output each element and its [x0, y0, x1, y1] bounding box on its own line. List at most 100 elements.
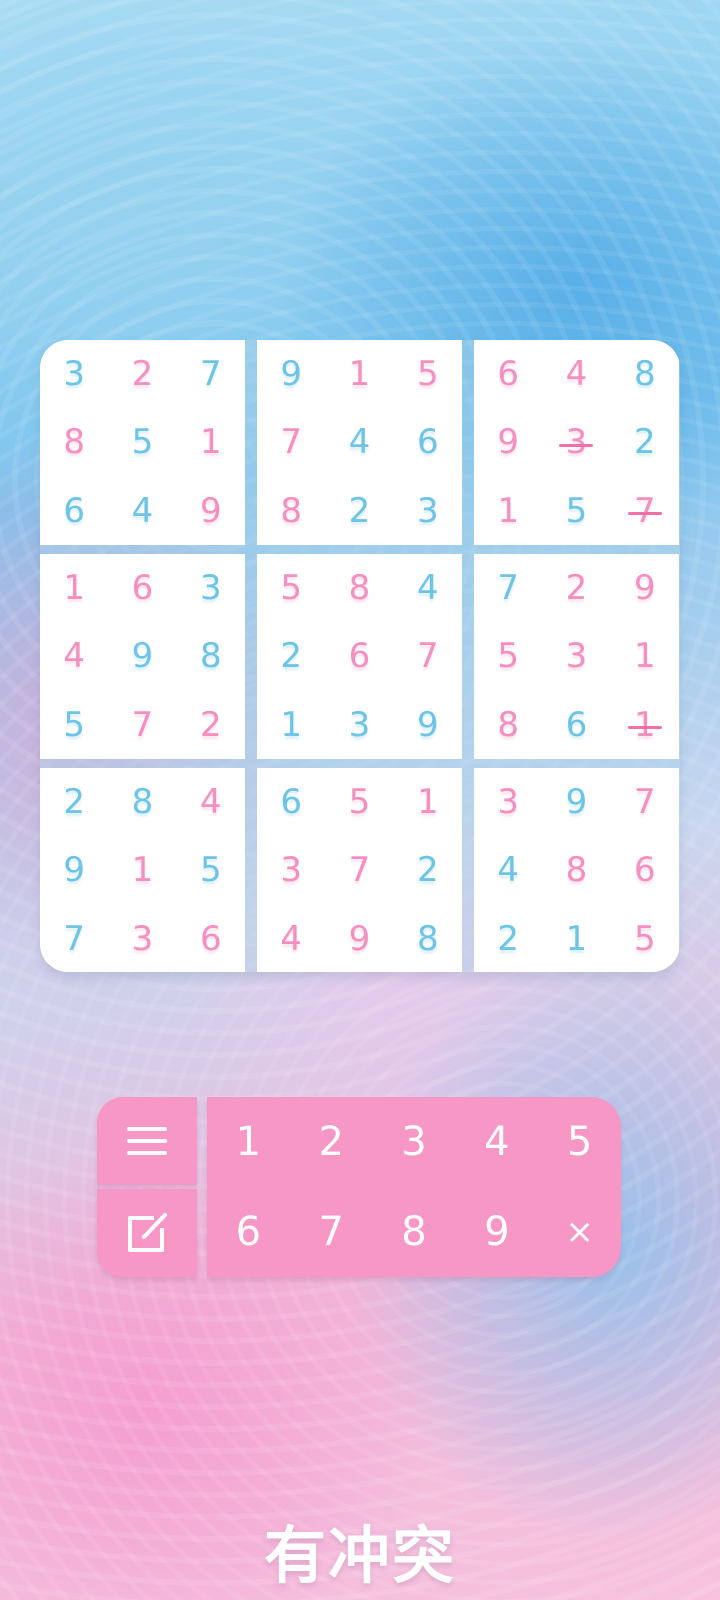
sudoku-cell[interactable]: 9 [611, 554, 679, 622]
sudoku-cell[interactable]: 6 [474, 340, 542, 408]
sudoku-cell-conflict[interactable]: 3 [542, 408, 610, 476]
sudoku-cell[interactable]: 8 [325, 554, 393, 622]
sudoku-cell[interactable]: 3 [474, 768, 542, 836]
sudoku-cell[interactable]: 4 [474, 836, 542, 904]
edit-note-icon [128, 1213, 167, 1252]
digit-keys: 1 2 3 4 5 6 7 8 9 × [207, 1097, 621, 1277]
sudoku-cell[interactable]: 2 [108, 340, 176, 408]
sudoku-cell[interactable]: 6 [177, 905, 245, 972]
sudoku-cell[interactable]: 7 [611, 768, 679, 836]
menu-icon [127, 1127, 167, 1155]
digit-key-2[interactable]: 2 [290, 1097, 373, 1187]
sudoku-cell[interactable]: 1 [394, 768, 462, 836]
sudoku-cell[interactable]: 5 [108, 408, 176, 476]
sudoku-cell[interactable]: 5 [325, 768, 393, 836]
sudoku-cell[interactable]: 8 [40, 408, 108, 476]
sudoku-cell[interactable]: 1 [542, 905, 610, 972]
sudoku-cell[interactable]: 1 [325, 340, 393, 408]
sudoku-cell[interactable]: 9 [474, 408, 542, 476]
sudoku-cell[interactable]: 2 [257, 622, 325, 690]
sudoku-cell[interactable]: 5 [611, 905, 679, 972]
sudoku-cell[interactable]: 4 [325, 408, 393, 476]
sudoku-cell[interactable]: 2 [325, 477, 393, 545]
sudoku-cell[interactable]: 7 [108, 691, 176, 759]
sudoku-cell[interactable]: 7 [257, 408, 325, 476]
sudoku-cell[interactable]: 1 [257, 691, 325, 759]
sudoku-cell[interactable]: 6 [394, 408, 462, 476]
digit-key-9[interactable]: 9 [455, 1187, 538, 1277]
sudoku-cell[interactable]: 7 [325, 836, 393, 904]
sudoku-cell[interactable]: 1 [474, 477, 542, 545]
sudoku-cell[interactable]: 2 [177, 691, 245, 759]
sudoku-cell[interactable]: 6 [40, 477, 108, 545]
sudoku-cell[interactable]: 2 [611, 408, 679, 476]
sudoku-cell[interactable]: 2 [394, 836, 462, 904]
digit-key-7[interactable]: 7 [290, 1187, 373, 1277]
sudoku-cell[interactable]: 8 [611, 340, 679, 408]
sudoku-cell[interactable]: 8 [108, 768, 176, 836]
sudoku-cell[interactable]: 8 [474, 691, 542, 759]
sudoku-cell[interactable]: 5 [257, 554, 325, 622]
digit-key-4[interactable]: 4 [455, 1097, 538, 1187]
sudoku-cell[interactable]: 1 [40, 554, 108, 622]
sudoku-cell[interactable]: 8 [257, 477, 325, 545]
digit-key-8[interactable]: 8 [373, 1187, 456, 1277]
sudoku-cell[interactable]: 3 [542, 622, 610, 690]
erase-key[interactable]: × [538, 1187, 621, 1277]
note-mode-button[interactable] [97, 1189, 197, 1277]
sudoku-cell[interactable]: 2 [542, 554, 610, 622]
sudoku-cell[interactable]: 4 [40, 622, 108, 690]
sudoku-cell[interactable]: 9 [40, 836, 108, 904]
sudoku-cell[interactable]: 9 [257, 340, 325, 408]
sudoku-cell[interactable]: 5 [542, 477, 610, 545]
sudoku-cell[interactable]: 8 [394, 905, 462, 972]
sudoku-cell[interactable]: 2 [474, 905, 542, 972]
sudoku-cell[interactable]: 2 [40, 768, 108, 836]
sudoku-cell-conflict[interactable]: 1 [611, 691, 679, 759]
sudoku-cell[interactable]: 4 [177, 768, 245, 836]
sudoku-cell[interactable]: 5 [474, 622, 542, 690]
sudoku-cell[interactable]: 3 [40, 340, 108, 408]
sudoku-cell[interactable]: 4 [394, 554, 462, 622]
sudoku-cell[interactable]: 6 [257, 768, 325, 836]
sudoku-cell[interactable]: 7 [474, 554, 542, 622]
sudoku-box: 584 267 139 [257, 554, 462, 759]
sudoku-cell[interactable]: 9 [108, 622, 176, 690]
digit-key-3[interactable]: 3 [373, 1097, 456, 1187]
sudoku-cell[interactable]: 9 [394, 691, 462, 759]
sudoku-cell[interactable]: 6 [325, 622, 393, 690]
sudoku-cell-conflict[interactable]: 7 [611, 477, 679, 545]
sudoku-box: 915 746 823 [257, 340, 462, 545]
sudoku-cell[interactable]: 9 [325, 905, 393, 972]
sudoku-box: 327 851 649 [40, 340, 245, 545]
digit-key-6[interactable]: 6 [207, 1187, 290, 1277]
sudoku-cell[interactable]: 6 [611, 836, 679, 904]
sudoku-cell[interactable]: 7 [40, 905, 108, 972]
sudoku-cell[interactable]: 4 [257, 905, 325, 972]
sudoku-cell[interactable]: 3 [394, 477, 462, 545]
sudoku-cell[interactable]: 5 [40, 691, 108, 759]
sudoku-cell[interactable]: 5 [394, 340, 462, 408]
sudoku-cell[interactable]: 3 [257, 836, 325, 904]
sudoku-cell[interactable]: 8 [177, 622, 245, 690]
sudoku-cell[interactable]: 8 [542, 836, 610, 904]
sudoku-cell[interactable]: 9 [177, 477, 245, 545]
digit-key-5[interactable]: 5 [538, 1097, 621, 1187]
sudoku-cell[interactable]: 9 [542, 768, 610, 836]
sudoku-cell[interactable]: 6 [542, 691, 610, 759]
sudoku-cell[interactable]: 3 [177, 554, 245, 622]
sudoku-cell[interactable]: 4 [542, 340, 610, 408]
sudoku-cell[interactable]: 1 [177, 408, 245, 476]
menu-button[interactable] [97, 1097, 197, 1185]
status-message: 有冲突 [263, 1519, 456, 1592]
sudoku-cell[interactable]: 1 [108, 836, 176, 904]
sudoku-cell[interactable]: 4 [108, 477, 176, 545]
sudoku-cell[interactable]: 7 [177, 340, 245, 408]
sudoku-cell[interactable]: 5 [177, 836, 245, 904]
sudoku-cell[interactable]: 6 [108, 554, 176, 622]
sudoku-cell[interactable]: 1 [611, 622, 679, 690]
sudoku-cell[interactable]: 3 [108, 905, 176, 972]
sudoku-cell[interactable]: 7 [394, 622, 462, 690]
digit-key-1[interactable]: 1 [207, 1097, 290, 1187]
sudoku-cell[interactable]: 3 [325, 691, 393, 759]
